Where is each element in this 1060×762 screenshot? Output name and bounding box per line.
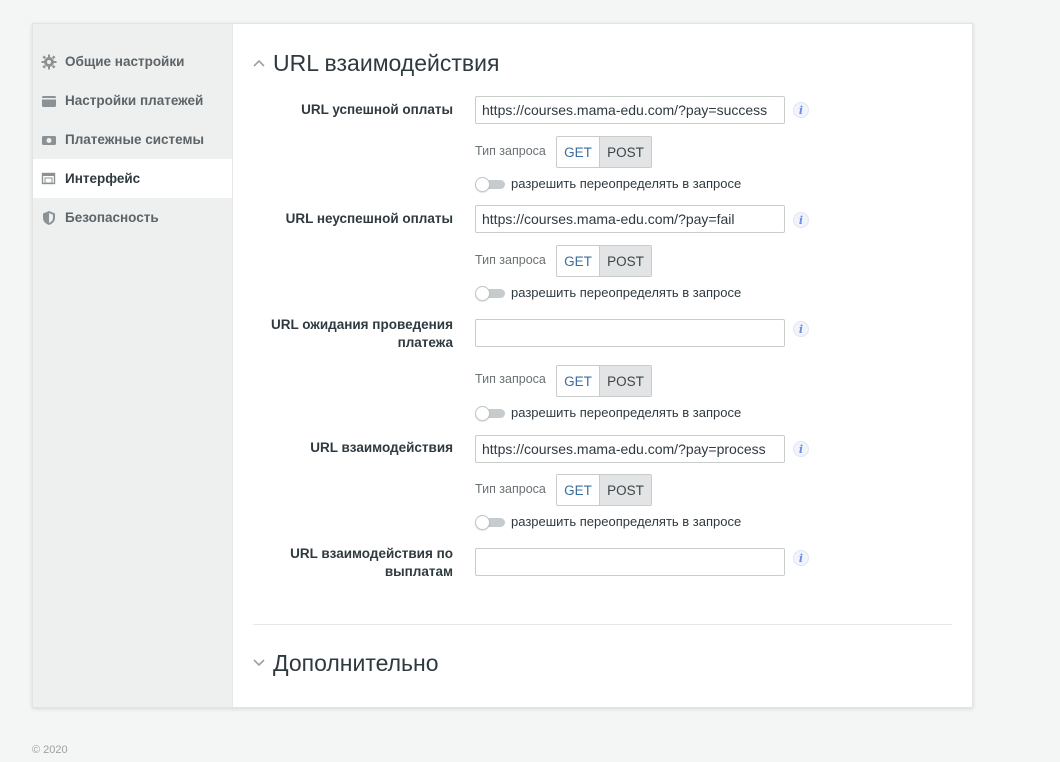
info-icon[interactable]: i [793, 321, 809, 337]
field-label-line: URL ожидания проведения [270, 317, 453, 332]
pending-url-input[interactable] [475, 319, 785, 347]
override-switch[interactable] [475, 285, 505, 301]
sidebar-item-label: Безопасность [65, 210, 159, 225]
field-label: URL взаимодействия [310, 440, 453, 455]
request-type-toggle: GET POST [556, 474, 652, 506]
shield-icon [41, 210, 57, 226]
override-toggle-row: разрешить переопределять в запросе [475, 176, 742, 192]
field-label-line: платежа [397, 335, 453, 350]
footer-copyright: © 2020 [32, 744, 68, 756]
gear-icon [41, 54, 57, 70]
get-button[interactable]: GET [557, 366, 600, 396]
request-type-label: Тип запроса [475, 372, 546, 386]
override-toggle-row: разрешить переопределять в запросе [475, 514, 742, 530]
request-type-toggle: GET POST [556, 136, 652, 168]
get-button[interactable]: GET [557, 475, 600, 505]
override-label: разрешить переопределять в запросе [511, 285, 742, 300]
money-icon [41, 132, 57, 148]
success-url-input[interactable] [475, 96, 785, 124]
field-label: URL успешной оплаты [301, 102, 453, 117]
request-type-label: Тип запроса [475, 482, 546, 496]
field-label-line: выплатам [384, 564, 453, 579]
process-url-input[interactable] [475, 435, 785, 463]
section-divider [253, 624, 952, 625]
post-button[interactable]: POST [600, 366, 651, 396]
request-type-toggle: GET POST [556, 245, 652, 277]
override-label: разрешить переопределять в запросе [511, 176, 742, 191]
field-label: URL взаимодействия по выплатам [253, 545, 453, 581]
override-label: разрешить переопределять в запросе [511, 514, 742, 529]
sidebar-item-payment-systems[interactable]: Платежные системы [33, 120, 232, 159]
field-label-line: URL взаимодействия по [290, 546, 453, 561]
info-icon[interactable]: i [793, 102, 809, 118]
post-button[interactable]: POST [600, 475, 651, 505]
override-toggle-row: разрешить переопределять в запросе [475, 285, 742, 301]
info-icon[interactable]: i [793, 212, 809, 228]
sidebar-item-label: Платежные системы [65, 132, 205, 147]
get-button[interactable]: GET [557, 137, 600, 167]
sidebar-item-interface[interactable]: Интерфейс [33, 159, 232, 198]
sidebar-item-label: Настройки платежей [65, 93, 204, 108]
request-type-toggle: GET POST [556, 365, 652, 397]
sidebar-item-payment-settings[interactable]: Настройки платежей [33, 81, 232, 120]
request-type-label: Тип запроса [475, 144, 546, 158]
sidebar-item-label: Интерфейс [65, 171, 141, 186]
sidebar-item-general[interactable]: Общие настройки [33, 42, 232, 81]
chevron-up-icon [253, 57, 265, 69]
request-type-label: Тип запроса [475, 253, 546, 267]
window-icon [41, 171, 57, 187]
field-label: URL неуспешной оплаты [285, 211, 453, 226]
sidebar-item-security[interactable]: Безопасность [33, 198, 232, 237]
post-button[interactable]: POST [600, 246, 651, 276]
override-switch[interactable] [475, 514, 505, 530]
section-title: URL взаимодействия [273, 49, 500, 76]
sidebar-item-label: Общие настройки [65, 54, 185, 69]
settings-sidebar: Общие настройки Настройки платежей Плате… [33, 24, 233, 707]
settings-main: URL взаимодействия URL успешной оплаты i… [233, 24, 972, 707]
settings-card: Общие настройки Настройки платежей Плате… [32, 23, 973, 708]
get-button[interactable]: GET [557, 246, 600, 276]
info-icon[interactable]: i [793, 550, 809, 566]
section-title: Дополнительно [273, 649, 439, 676]
wallet-icon [41, 93, 57, 109]
override-toggle-row: разрешить переопределять в запросе [475, 405, 742, 421]
section-url-header[interactable]: URL взаимодействия [253, 48, 952, 78]
payouts-url-input[interactable] [475, 548, 785, 576]
fail-url-input[interactable] [475, 205, 785, 233]
override-switch[interactable] [475, 405, 505, 421]
post-button[interactable]: POST [600, 137, 651, 167]
chevron-down-icon [253, 657, 265, 669]
info-icon[interactable]: i [793, 441, 809, 457]
override-switch[interactable] [475, 176, 505, 192]
field-label: URL ожидания проведения платежа [253, 316, 453, 352]
section-extra-header[interactable]: Дополнительно [253, 648, 439, 678]
override-label: разрешить переопределять в запросе [511, 405, 742, 420]
